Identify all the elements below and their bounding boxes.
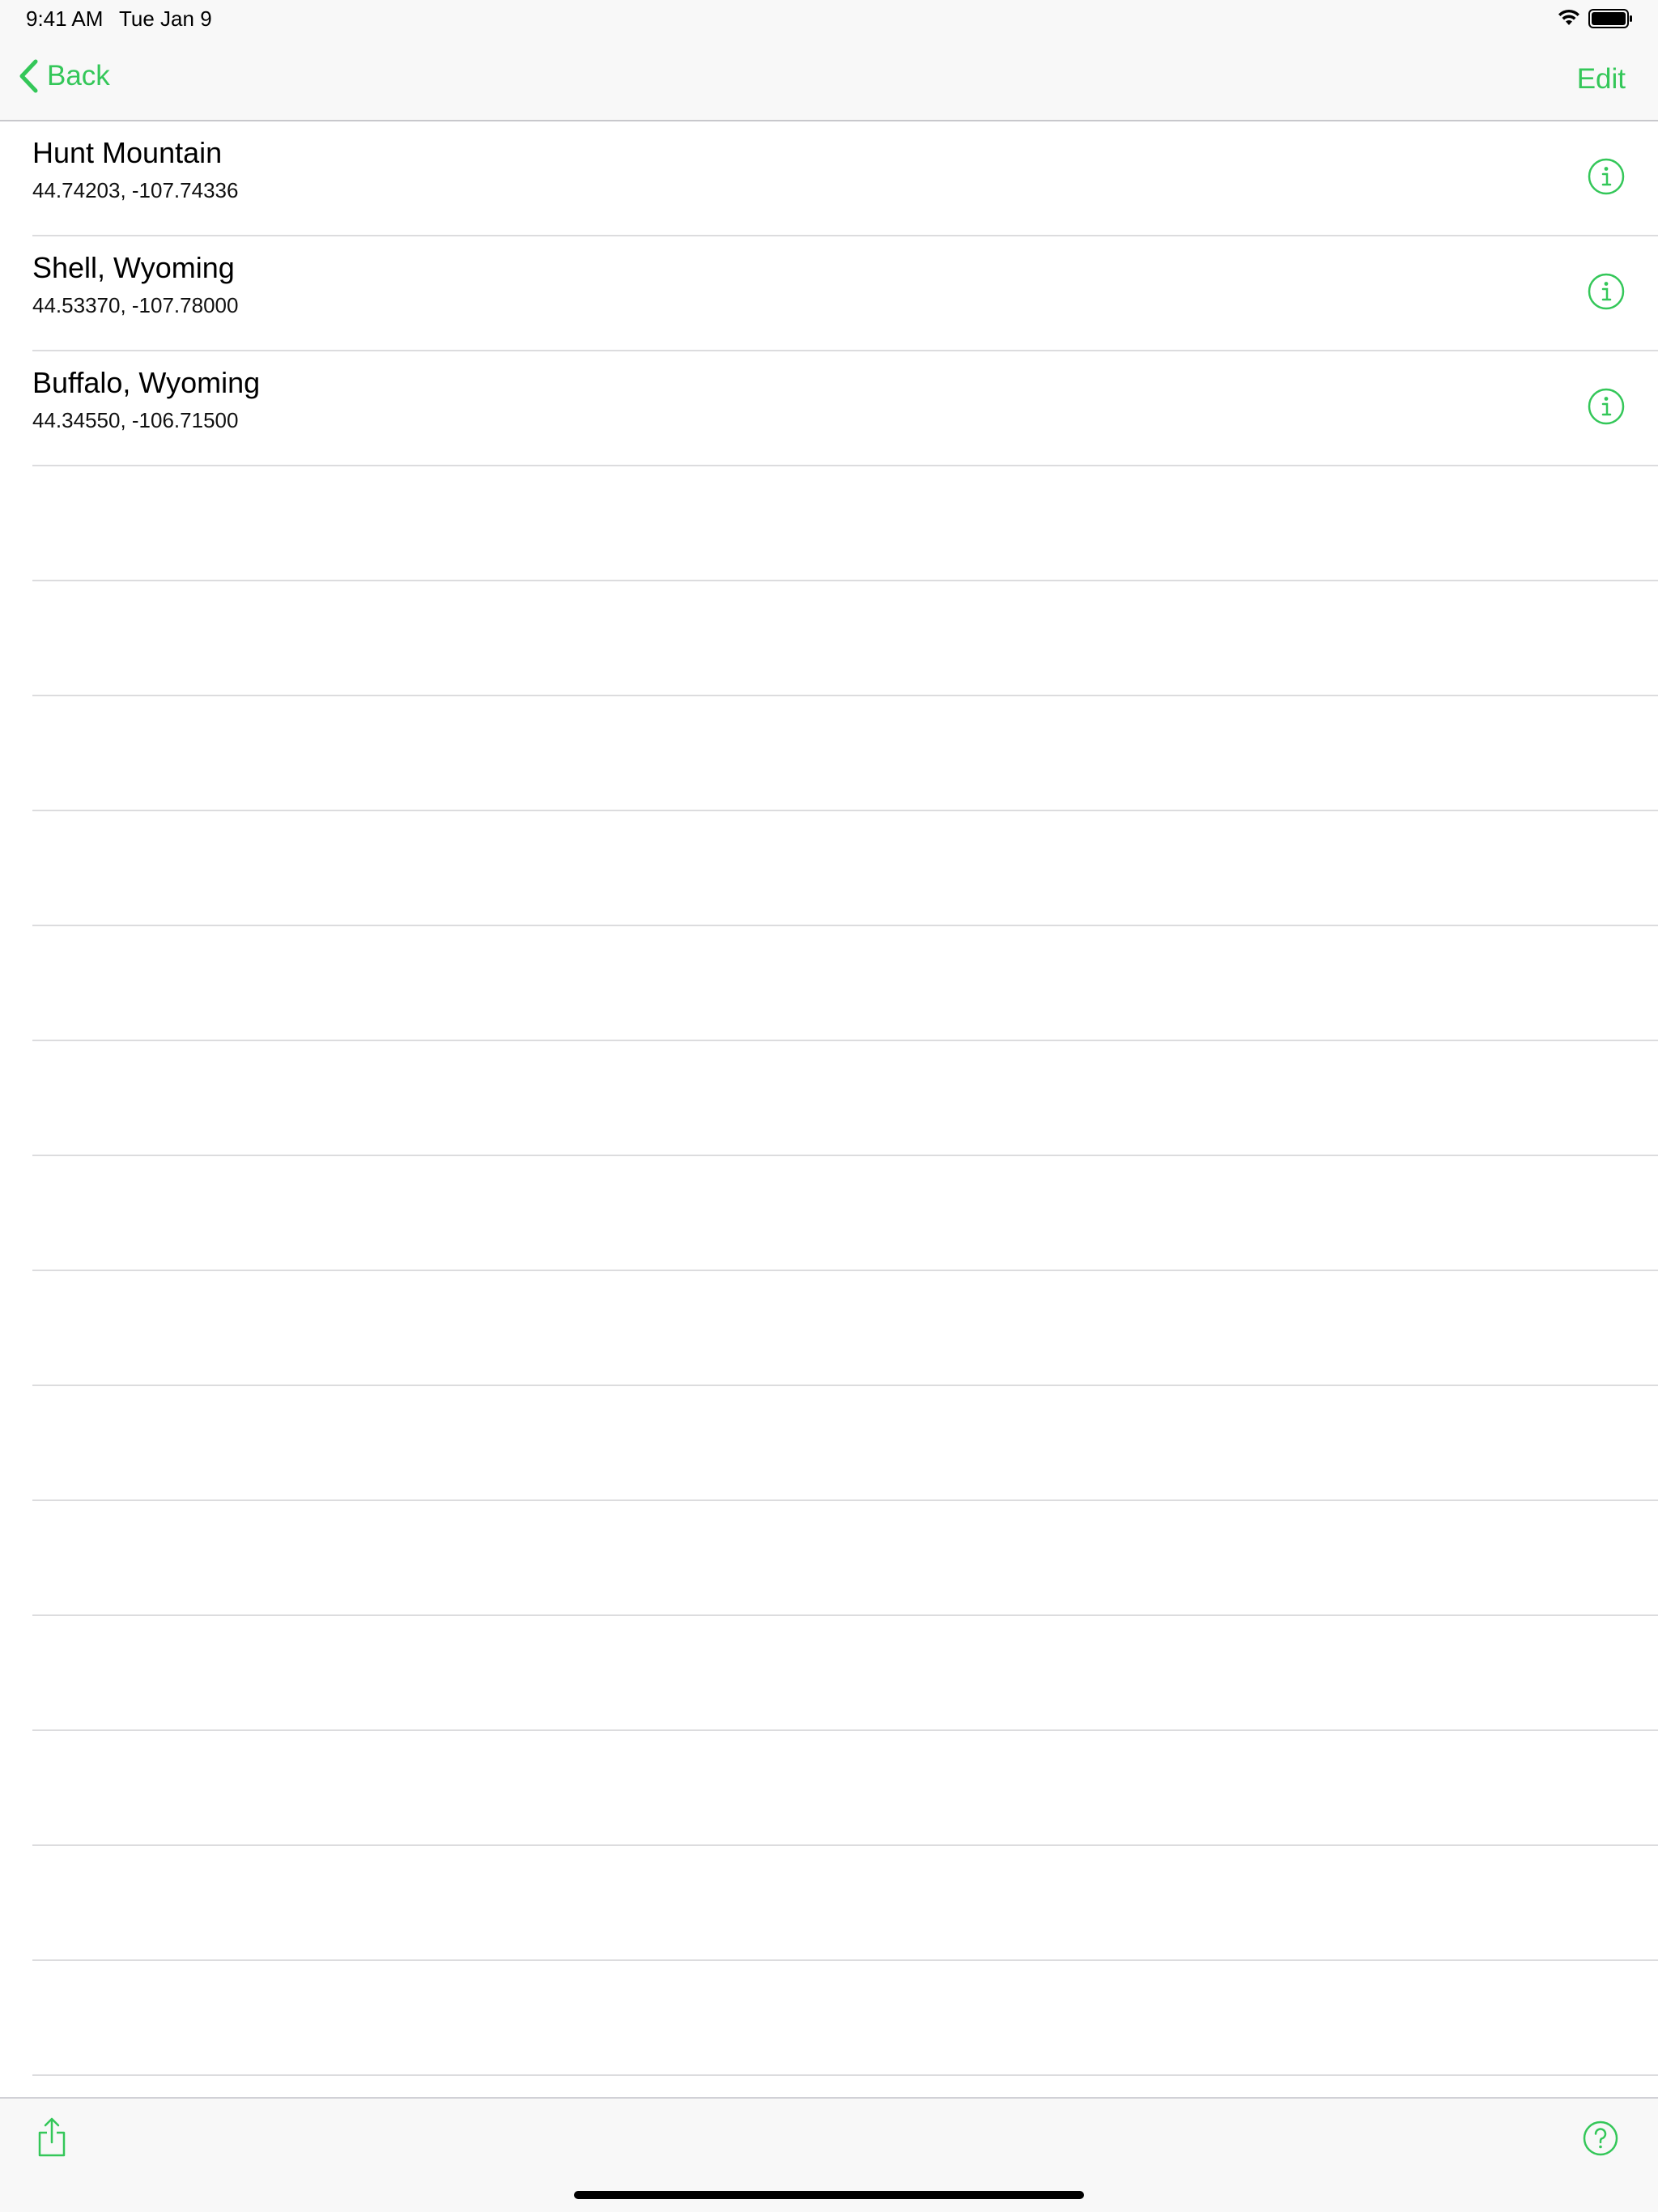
empty-row: [32, 581, 1658, 696]
empty-row: [32, 926, 1658, 1041]
empty-row: [32, 1501, 1658, 1616]
battery-full-icon: [1588, 9, 1632, 28]
empty-row: [32, 1156, 1658, 1271]
share-icon[interactable]: [36, 2116, 68, 2159]
home-indicator: [574, 2191, 1084, 2199]
empty-row: [32, 1961, 1658, 2076]
location-row[interactable]: Hunt Mountain 44.74203, -107.74336: [32, 121, 1658, 236]
empty-row: [32, 1731, 1658, 1846]
chevron-left-icon: [19, 59, 38, 93]
edit-button[interactable]: Edit: [1577, 63, 1626, 96]
location-row[interactable]: Shell, Wyoming 44.53370, -107.78000: [32, 236, 1658, 351]
location-name: Shell, Wyoming: [32, 251, 235, 284]
wifi-icon: [1558, 9, 1579, 25]
empty-row: [32, 1616, 1658, 1731]
status-time: 9:41 AM: [26, 6, 104, 31]
empty-row: [32, 1271, 1658, 1386]
location-name: Hunt Mountain: [32, 136, 223, 169]
empty-row: [32, 1846, 1658, 1961]
empty-row: [32, 466, 1658, 581]
question-circle-icon[interactable]: [1582, 2120, 1619, 2157]
empty-row: [32, 1386, 1658, 1501]
status-bar: 9:41 AM Tue Jan 9: [0, 0, 1658, 32]
location-name: Buffalo, Wyoming: [32, 366, 261, 399]
location-coordinates: 44.53370, -107.78000: [32, 293, 239, 317]
bottom-toolbar: [0, 2097, 1658, 2212]
empty-row: [32, 1041, 1658, 1156]
info-icon[interactable]: [1587, 157, 1626, 196]
info-icon[interactable]: [1587, 272, 1626, 311]
location-list: Hunt Mountain 44.74203, -107.74336 Shell…: [0, 121, 1658, 2191]
navigation-bar: Back Edit: [0, 32, 1658, 121]
location-coordinates: 44.34550, -106.71500: [32, 408, 239, 432]
back-button[interactable]: Back: [18, 55, 110, 97]
info-icon[interactable]: [1587, 387, 1626, 426]
status-date: Tue Jan 9: [119, 6, 212, 31]
location-coordinates: 44.74203, -107.74336: [32, 178, 239, 202]
empty-row: [32, 811, 1658, 926]
empty-row: [32, 696, 1658, 811]
location-row[interactable]: Buffalo, Wyoming 44.34550, -106.71500: [32, 351, 1658, 466]
screen: 9:41 AM Tue Jan 9 Back Edit Hunt Mountai…: [0, 0, 1658, 2212]
back-label: Back: [47, 60, 110, 91]
